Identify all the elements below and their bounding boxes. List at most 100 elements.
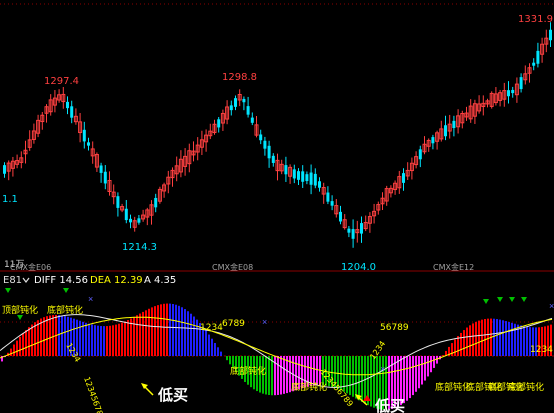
macd-bar (520, 325, 522, 356)
macd-bar (451, 343, 453, 356)
candle-body (66, 101, 69, 109)
macd-bar (208, 334, 210, 356)
macd-bar (100, 325, 102, 356)
macd-bar (118, 323, 120, 356)
macd-bar (133, 316, 135, 356)
cross-icon: × (380, 364, 385, 374)
candle-body (250, 117, 254, 123)
macd-bar (91, 324, 93, 356)
macd-bar (103, 326, 105, 356)
cross-icon: × (262, 317, 267, 327)
count-seq-6: 56789 (380, 323, 409, 333)
macd-bar (16, 340, 18, 356)
macd-bar (25, 330, 27, 356)
macd-bar (220, 351, 222, 356)
candle-body (99, 165, 103, 173)
candle-body (129, 218, 132, 223)
macd-bar (22, 333, 24, 356)
candle-body (259, 134, 263, 141)
candle-body (519, 77, 523, 90)
count-seq-8: 1234 (530, 345, 553, 355)
macd-bar (487, 318, 489, 356)
macd-bar (37, 320, 39, 356)
macd-bar (31, 324, 33, 356)
macd-bar (310, 356, 312, 387)
candle-body (263, 140, 267, 149)
candle-body (137, 218, 141, 223)
macd-bar (409, 356, 411, 399)
macd-bar (88, 323, 90, 356)
buy-signal-1: 低买 (157, 386, 188, 404)
macd-bar (436, 356, 438, 364)
macd-bar (226, 356, 228, 361)
top-signal-2: 底部钝化 (47, 304, 83, 316)
candle-body (246, 106, 250, 115)
macd-bar (121, 322, 123, 356)
count-seq-4: 6789 (222, 319, 245, 329)
macd-bar (370, 356, 372, 407)
macd-bar (175, 304, 177, 356)
candle-body (309, 172, 313, 185)
macd-bar (46, 316, 48, 356)
candle-body (124, 208, 128, 221)
macd-bar (109, 325, 111, 356)
candle-body (330, 201, 334, 206)
macd-bar (178, 305, 180, 356)
macd-bar (217, 347, 219, 356)
candle-body (305, 174, 309, 182)
candle-body (242, 98, 246, 103)
macd-bar (163, 303, 165, 356)
candle-body (103, 171, 107, 184)
macd-bar (418, 356, 420, 389)
a-value: A 4.35 (144, 275, 176, 286)
candle-body (402, 173, 405, 183)
candle-body (154, 197, 158, 208)
macd-bar (151, 307, 153, 356)
macd-bar (124, 321, 126, 356)
candle-body (297, 171, 300, 180)
macd-bar (40, 318, 42, 356)
macd-bar (61, 315, 63, 356)
candle-body (418, 149, 422, 160)
candle-body (536, 50, 540, 64)
macd-bar (142, 311, 144, 356)
macd-bar (13, 344, 15, 356)
macd-bar (79, 320, 81, 356)
count-seq-5: 1234 (368, 339, 387, 361)
candle-body (70, 106, 74, 118)
low-label-1: 1214.3 (122, 242, 157, 253)
buy-signal-2: 低买 (374, 397, 405, 413)
macd-bar (49, 315, 51, 356)
chart-canvas[interactable]: ×××× 1297.4 1298.8 1331.9 1214.3 1204.0 … (0, 0, 554, 413)
count-seq-1: 123456789 (82, 376, 106, 413)
macd-bar (43, 317, 45, 356)
macd-bar (106, 326, 108, 356)
macd-bar (181, 307, 183, 356)
macd-bar (115, 324, 117, 356)
signal-markers: × × × × (5, 288, 554, 374)
macd-bar (349, 356, 351, 396)
macd-bar (52, 315, 54, 356)
green-triangle-icon (521, 297, 527, 302)
macd-bar (478, 320, 480, 356)
macd-bar (193, 316, 195, 356)
macd-bar (511, 322, 513, 356)
macd-bar (505, 321, 507, 356)
green-triangle-icon (509, 297, 515, 302)
macd-bar (112, 325, 114, 356)
cross-icon: × (549, 301, 554, 311)
macd-bar (64, 316, 66, 356)
candle-body (229, 105, 233, 111)
macd-bar (271, 356, 273, 396)
candle-body (444, 125, 447, 137)
candle-body (507, 90, 510, 97)
macd-bar (355, 356, 357, 399)
bottom-signal-6: 底部钝化 (508, 381, 544, 393)
macd-bar (148, 308, 150, 356)
macd-bar (280, 356, 282, 395)
candle-body (292, 169, 296, 179)
candle-body (351, 229, 355, 239)
chevron-down-icon[interactable] (22, 277, 30, 283)
indicator-name[interactable]: E81 (3, 275, 22, 286)
buy-arrow-icon-1 (141, 383, 154, 396)
